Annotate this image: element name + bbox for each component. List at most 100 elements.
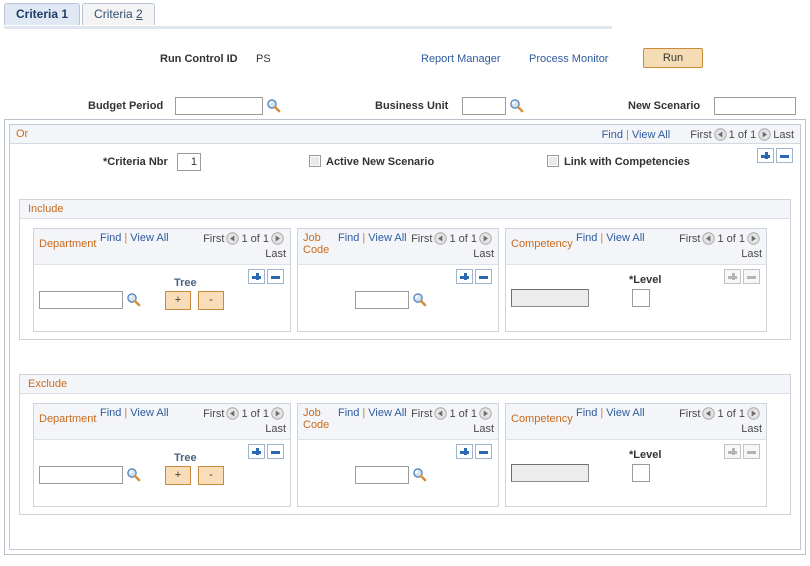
tab-criteria-2-label: Criteria [94, 7, 136, 21]
exclude-department-delete-row-button[interactable] [267, 444, 284, 459]
exclude-department-next-arrow-icon[interactable] [271, 407, 284, 420]
exclude-department-lookup-icon[interactable] [126, 467, 141, 485]
active-new-scenario-checkbox-wrap[interactable]: Active New Scenario [309, 155, 434, 168]
exclude-competency-level-input[interactable] [632, 464, 650, 482]
include-jobcode-next-arrow-icon[interactable] [479, 232, 492, 245]
exclude-department-tree-add-button[interactable]: + [165, 466, 191, 485]
exclude-competency-navigation: First 1 of 1 Last [670, 407, 762, 437]
tab-bar: Criteria 1 Criteria 2 [4, 2, 810, 29]
include-department-lookup-icon[interactable] [126, 292, 141, 310]
include-department-next-arrow-icon[interactable] [271, 232, 284, 245]
exclude-competency-next-arrow-icon[interactable] [747, 407, 760, 420]
exclude-department-previous-arrow-icon[interactable] [226, 407, 239, 420]
include-competency-view-all-link[interactable]: View All [606, 232, 644, 244]
include-competency-level-input[interactable] [632, 289, 650, 307]
exclude-department-navigation: First 1 of 1 Last [194, 407, 286, 437]
exclude-department-find-link[interactable]: Find [100, 407, 121, 419]
include-jobcode-last-label[interactable]: Last [473, 248, 494, 260]
include-jobcode-find-link[interactable]: Find [338, 232, 359, 244]
exclude-department-tree-remove-button[interactable]: - [198, 466, 224, 485]
exclude-competency-previous-arrow-icon[interactable] [702, 407, 715, 420]
include-department-find-link[interactable]: Find [100, 232, 121, 244]
include-department-previous-arrow-icon[interactable] [226, 232, 239, 245]
exclude-jobcode-add-row-button[interactable] [456, 444, 473, 459]
include-competency-input[interactable] [511, 289, 589, 307]
exclude-department-panel: Department Find|View All First 1 of 1 [33, 403, 291, 507]
criteria-nbr-input[interactable] [177, 153, 201, 171]
tab-criteria-2[interactable]: Criteria 2 [82, 3, 155, 25]
include-department-tree-add-button[interactable]: + [165, 291, 191, 310]
include-jobcode-input[interactable] [355, 291, 409, 309]
include-jobcode-previous-arrow-icon[interactable] [434, 232, 447, 245]
exclude-jobcode-view-all-link[interactable]: View All [368, 407, 406, 419]
include-competency-navigation: First 1 of 1 Last [670, 232, 762, 262]
exclude-competency-view-all-link[interactable]: View All [606, 407, 644, 419]
include-department-view-all-link[interactable]: View All [130, 232, 168, 244]
include-jobcode-delete-row-button[interactable] [475, 269, 492, 284]
include-department-panel-body: Tree + - [34, 265, 290, 331]
exclude-department-view-all-link[interactable]: View All [130, 407, 168, 419]
exclude-jobcode-previous-arrow-icon[interactable] [434, 407, 447, 420]
include-department-last-label[interactable]: Last [265, 248, 286, 260]
exclude-competency-input[interactable] [511, 464, 589, 482]
exclude-jobcode-next-arrow-icon[interactable] [479, 407, 492, 420]
exclude-jobcode-last-label[interactable]: Last [473, 423, 494, 435]
include-competency-next-arrow-icon[interactable] [747, 232, 760, 245]
include-jobcode-view-all-link[interactable]: View All [368, 232, 406, 244]
include-competency-find-link[interactable]: Find [576, 232, 597, 244]
exclude-jobcode-lookup-icon[interactable] [412, 467, 427, 485]
exclude-competency-delete-row-button [743, 444, 760, 459]
include-jobcode-lookup-icon[interactable] [412, 292, 427, 310]
include-department-add-row-button[interactable] [248, 269, 265, 284]
include-competency-first-label[interactable]: First [679, 233, 700, 245]
budget-period-lookup-icon[interactable] [266, 98, 281, 116]
link-with-competencies-checkbox[interactable] [547, 155, 559, 167]
include-department-delete-row-button[interactable] [267, 269, 284, 284]
include-department-input[interactable] [39, 291, 123, 309]
link-with-competencies-checkbox-wrap[interactable]: Link with Competencies [547, 155, 690, 168]
or-view-all-link[interactable]: View All [632, 129, 670, 141]
exclude-department-first-label[interactable]: First [203, 408, 224, 420]
exclude-department-last-label[interactable]: Last [265, 423, 286, 435]
exclude-competency-first-label[interactable]: First [679, 408, 700, 420]
process-monitor-link[interactable]: Process Monitor [529, 53, 608, 65]
or-first-label[interactable]: First [690, 129, 711, 141]
run-control-id-label: Run Control ID [160, 53, 238, 65]
exclude-jobcode-find-link[interactable]: Find [338, 407, 359, 419]
exclude-competency-panel-body: *Level [506, 440, 766, 506]
include-jobcode-first-label[interactable]: First [411, 233, 432, 245]
include-department-panel: Department Find|View All First 1 of 1 [33, 228, 291, 332]
report-manager-link[interactable]: Report Manager [421, 53, 501, 65]
run-button[interactable]: Run [643, 48, 703, 68]
business-unit-input[interactable] [462, 97, 506, 115]
include-department-tree-remove-button[interactable]: - [198, 291, 224, 310]
active-new-scenario-checkbox[interactable] [309, 155, 321, 167]
business-unit-label: Business Unit [375, 100, 448, 112]
new-scenario-input[interactable] [714, 97, 796, 115]
exclude-jobcode-input[interactable] [355, 466, 409, 484]
business-unit-lookup-icon[interactable] [509, 98, 524, 116]
budget-period-input[interactable] [175, 97, 263, 115]
exclude-competency-find-link[interactable]: Find [576, 407, 597, 419]
exclude-jobcode-first-label[interactable]: First [411, 408, 432, 420]
exclude-department-add-row-button[interactable] [248, 444, 265, 459]
include-competency-last-label[interactable]: Last [741, 248, 762, 260]
or-group-navigation: Find|View All First 1 of 1 Last [602, 128, 794, 141]
or-position-indicator: 1 of 1 [729, 129, 757, 141]
tab-criteria-2-accesskey: 2 [136, 7, 143, 21]
or-last-label[interactable]: Last [773, 129, 794, 141]
exclude-competency-last-label[interactable]: Last [741, 423, 762, 435]
exclude-jobcode-find-links: Find|View All [338, 407, 407, 419]
exclude-jobcode-row-actions [454, 444, 492, 459]
or-next-arrow-icon[interactable] [758, 128, 771, 141]
exclude-jobcode-delete-row-button[interactable] [475, 444, 492, 459]
include-jobcode-add-row-button[interactable] [456, 269, 473, 284]
exclude-jobcode-title: Job Code [303, 407, 329, 431]
include-competency-previous-arrow-icon[interactable] [702, 232, 715, 245]
or-previous-arrow-icon[interactable] [714, 128, 727, 141]
or-find-link[interactable]: Find [602, 129, 623, 141]
tab-criteria-1[interactable]: Criteria 1 [4, 3, 80, 25]
include-department-first-label[interactable]: First [203, 233, 224, 245]
include-competency-find-links: Find|View All [576, 232, 645, 244]
exclude-department-input[interactable] [39, 466, 123, 484]
